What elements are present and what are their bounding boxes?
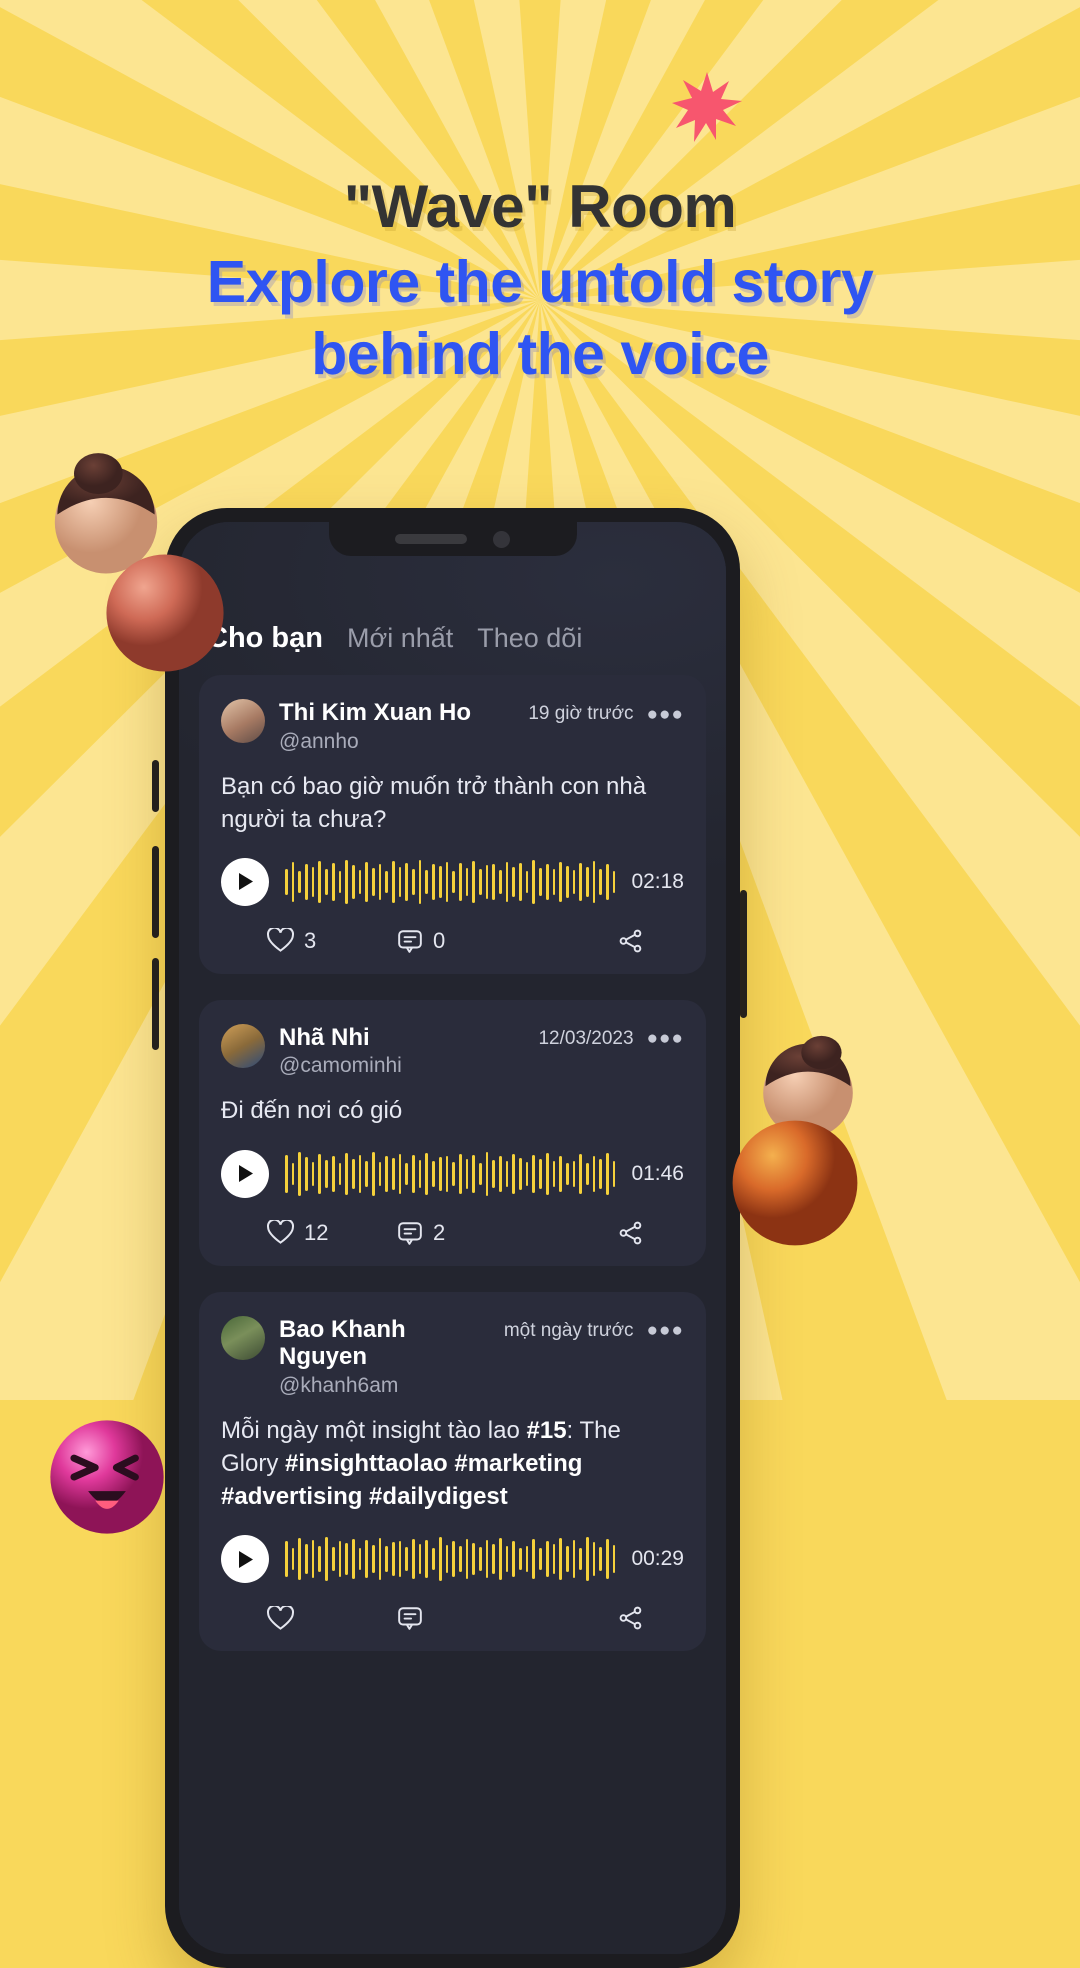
avatar[interactable]	[221, 1315, 265, 1360]
post-actions	[221, 1605, 684, 1631]
like-count: 12	[304, 1219, 329, 1245]
audio-duration: 02:18	[631, 869, 684, 893]
author-name[interactable]: Bao Khanh Nguyen	[279, 1316, 490, 1371]
comment-icon	[398, 1607, 422, 1630]
post-author: Thi Kim Xuan Ho @annho	[279, 699, 514, 754]
phone-mute-button[interactable]	[152, 760, 159, 812]
post-text-plain: Mỗi ngày một insight tào lao	[221, 1416, 527, 1444]
post-text: Đi đến nơi có gió	[221, 1097, 403, 1125]
tab-following[interactable]: Theo dõi	[477, 623, 582, 654]
post-meta: 12/03/2023 ●●●	[538, 1024, 684, 1050]
page-subtitle-line1: Explore the untold story	[206, 249, 874, 315]
tab-newest[interactable]: Mới nhất	[347, 623, 453, 654]
post-meta: một ngày trước ●●●	[504, 1316, 684, 1342]
post-meta: 19 giờ trước ●●●	[528, 699, 684, 725]
phone-power-button[interactable]	[740, 890, 747, 1018]
post-timestamp: 19 giờ trước	[528, 703, 634, 724]
post-header: Bao Khanh Nguyen @khanh6am một ngày trướ…	[221, 1315, 684, 1398]
author-name[interactable]: Nhã Nhi	[279, 1024, 524, 1052]
post-header: Nhã Nhi @camominhi 12/03/2023 ●●●	[221, 1023, 684, 1079]
deco-sphere-right	[732, 1120, 858, 1246]
more-horizontal-icon[interactable]: ●●●	[647, 705, 684, 724]
post-list: Thi Kim Xuan Ho @annho 19 giờ trước ●●● …	[179, 675, 726, 1652]
comment-icon	[398, 1221, 422, 1245]
phone-screen: Cho bạn Mới nhất Theo dõi Thi Kim Xuan H…	[179, 522, 726, 1954]
post-card[interactable]: Thi Kim Xuan Ho @annho 19 giờ trước ●●● …	[199, 675, 706, 974]
share-action[interactable]	[554, 1220, 684, 1246]
post-author: Bao Khanh Nguyen @khanh6am	[279, 1316, 490, 1398]
comment-count: 2	[432, 1219, 446, 1245]
share-icon	[619, 929, 642, 953]
play-button[interactable]	[221, 1149, 269, 1198]
like-action[interactable]	[221, 1605, 397, 1631]
spark-icon	[672, 72, 742, 142]
like-action[interactable]: 3	[221, 928, 397, 954]
play-button[interactable]	[221, 1535, 269, 1584]
audio-player: 00:29	[221, 1535, 684, 1584]
share-icon	[619, 1221, 642, 1244]
post-text: Mỗi ngày một insight tào lao #15: The Gl…	[221, 1414, 684, 1513]
play-button[interactable]	[221, 857, 269, 906]
comment-icon	[398, 930, 422, 953]
avatar[interactable]	[221, 1023, 265, 1068]
share-action[interactable]	[554, 928, 684, 954]
tab-for-you[interactable]: Cho bạn	[207, 622, 323, 655]
app-feed-screen: Cho bạn Mới nhất Theo dõi Thi Kim Xuan H…	[179, 522, 726, 1954]
post-card[interactable]: Nhã Nhi @camominhi 12/03/2023 ●●● Đi đến…	[199, 999, 706, 1266]
author-handle[interactable]: @khanh6am	[279, 1374, 490, 1398]
deco-emoji-laughing	[50, 1420, 164, 1534]
post-timestamp: 12/03/2023	[538, 1027, 634, 1049]
like-count: 3	[304, 927, 317, 953]
heart-icon	[267, 928, 294, 953]
page-subtitle: Explore the untold story behind the voic…	[0, 247, 1080, 391]
post-text: Bạn có bao giờ muốn trở thành con nhà ng…	[221, 772, 647, 833]
post-header: Thi Kim Xuan Ho @annho 19 giờ trước ●●●	[221, 699, 684, 754]
play-icon	[238, 873, 253, 891]
phone-notch	[328, 522, 577, 556]
feed-tab-bar: Cho bạn Mới nhất Theo dõi	[179, 608, 726, 675]
phone-volume-down-button[interactable]	[152, 958, 159, 1050]
audio-player: 01:46	[221, 1149, 684, 1198]
post-text-number: #15	[526, 1416, 567, 1444]
phone-device: Cho bạn Mới nhất Theo dõi Thi Kim Xuan H…	[165, 508, 740, 1968]
heart-icon	[267, 1605, 294, 1630]
heart-icon	[267, 1220, 294, 1244]
play-icon	[238, 1165, 253, 1183]
more-horizontal-icon[interactable]: ●●●	[647, 1321, 684, 1340]
audio-duration: 01:46	[631, 1161, 684, 1185]
author-handle[interactable]: @annho	[279, 730, 514, 754]
post-actions: 12 2	[221, 1220, 684, 1246]
more-horizontal-icon[interactable]: ●●●	[647, 1029, 684, 1048]
comment-action[interactable]: 0	[397, 928, 554, 954]
earpiece-speaker	[395, 534, 467, 544]
waveform[interactable]	[285, 1536, 616, 1582]
page-title: "Wave" Room	[343, 173, 737, 240]
play-icon	[238, 1550, 253, 1568]
like-action[interactable]: 12	[221, 1220, 397, 1246]
avatar[interactable]	[221, 699, 265, 743]
post-timestamp: một ngày trước	[503, 1319, 634, 1341]
comment-action[interactable]	[397, 1605, 554, 1631]
share-action[interactable]	[554, 1605, 684, 1631]
audio-player: 02:18	[221, 857, 684, 906]
share-icon	[619, 1606, 642, 1630]
deco-sphere-left	[106, 554, 224, 672]
post-actions: 3 0	[221, 928, 684, 954]
author-handle[interactable]: @camominhi	[279, 1054, 524, 1078]
waveform[interactable]	[285, 859, 616, 905]
comment-action[interactable]: 2	[397, 1220, 554, 1246]
post-author: Nhã Nhi @camominhi	[279, 1024, 524, 1079]
waveform[interactable]	[285, 1151, 616, 1197]
comment-count: 0	[432, 927, 446, 953]
phone-volume-up-button[interactable]	[152, 846, 159, 938]
post-card[interactable]: Bao Khanh Nguyen @khanh6am một ngày trướ…	[199, 1291, 706, 1652]
author-name[interactable]: Thi Kim Xuan Ho	[279, 699, 514, 727]
audio-duration: 00:29	[631, 1547, 684, 1571]
page-subtitle-line2: behind the voice	[311, 320, 769, 387]
front-camera	[493, 530, 510, 548]
